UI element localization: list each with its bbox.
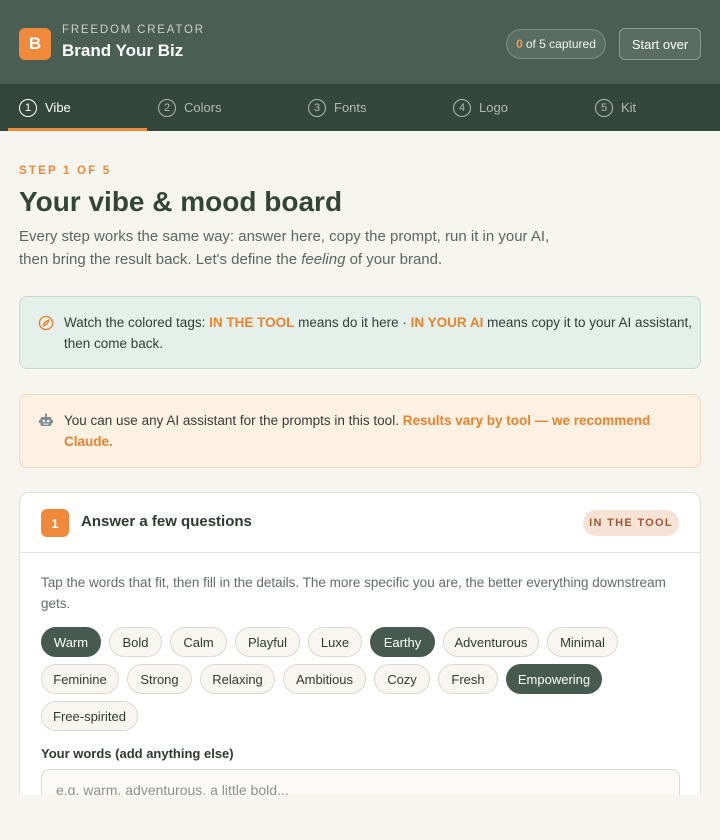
tab-label: Vibe — [45, 100, 71, 115]
chip-bold[interactable]: Bold — [109, 627, 162, 657]
start-over-button[interactable]: Start over — [619, 28, 701, 60]
captured-progress-pill: 0 of 5 captured — [506, 29, 606, 59]
chip-relaxing[interactable]: Relaxing — [200, 664, 275, 694]
tab-number: 5 — [595, 98, 613, 117]
chip-feminine[interactable]: Feminine — [41, 664, 119, 694]
compass-icon — [37, 314, 55, 332]
chip-empowering[interactable]: Empowering — [506, 664, 602, 694]
app-eyebrow: FREEDOM CREATOR — [62, 24, 205, 36]
page-title: Your vibe & mood board — [19, 186, 343, 217]
tags-info-pre: Watch the colored tags: — [64, 315, 210, 330]
in-your-ai-highlight: IN YOUR AI — [410, 315, 484, 330]
tab-label: Fonts — [334, 100, 367, 115]
tab-label: Kit — [621, 100, 637, 115]
tab-colors[interactable]: 2 Colors — [158, 84, 222, 131]
chip-warm[interactable]: Warm — [41, 627, 101, 657]
tags-info-callout: Watch the colored tags: IN THE TOOL mean… — [19, 296, 701, 369]
card-step-number: 1 — [41, 509, 69, 537]
your-words-label: Your words (add anything else) — [41, 746, 234, 761]
ai-assistant-callout: You can use any AI assistant for the pro… — [19, 394, 701, 468]
step-tabs: 1 Vibe 2 Colors 3 Fonts 4 Logo 5 Kit — [0, 84, 720, 131]
card-title: Answer a few questions — [81, 513, 252, 530]
app-title: Brand Your Biz — [62, 41, 184, 60]
tab-number: 2 — [158, 98, 176, 117]
chip-earthy[interactable]: Earthy — [370, 627, 435, 657]
brand-logo-badge: B — [19, 28, 51, 60]
tab-vibe[interactable]: 1 Vibe — [19, 84, 71, 131]
intro-text-start: Every step works the same way: answer he… — [19, 228, 550, 268]
chip-free-spirited[interactable]: Free-spirited — [41, 701, 138, 731]
tab-number: 4 — [453, 98, 471, 117]
robot-icon — [37, 412, 55, 430]
chip-luxe[interactable]: Luxe — [308, 627, 362, 657]
tags-info-text: Watch the colored tags: IN THE TOOL mean… — [64, 312, 694, 354]
chip-adventurous[interactable]: Adventurous — [443, 627, 539, 657]
card-description: Tap the words that fit, then fill in the… — [41, 575, 666, 611]
tab-number: 1 — [19, 98, 37, 117]
app-header: B FREEDOM CREATOR Brand Your Biz 0 of 5 … — [0, 0, 720, 84]
intro-text-end: of your brand. — [345, 251, 443, 268]
questions-card: 1 Answer a few questions IN THE TOOL Tap… — [19, 492, 701, 840]
chip-fresh[interactable]: Fresh — [438, 664, 498, 694]
intro-text-emphasis: feeling — [301, 251, 346, 268]
chip-calm[interactable]: Calm — [170, 627, 227, 657]
tab-label: Colors — [184, 100, 222, 115]
captured-count: 0 — [516, 37, 523, 51]
ai-assistant-text: You can use any AI assistant for the pro… — [64, 410, 694, 452]
tab-number: 3 — [308, 98, 326, 117]
chip-ambitious[interactable]: Ambitious — [283, 664, 366, 694]
tab-label: Logo — [479, 100, 508, 115]
in-the-tool-highlight: IN THE TOOL — [209, 315, 295, 330]
ai-assistant-text-plain: You can use any AI assistant for the pro… — [64, 413, 403, 428]
tab-fonts[interactable]: 3 Fonts — [308, 84, 367, 131]
captured-suffix: of 5 captured — [525, 37, 596, 51]
in-the-tool-tag: IN THE TOOL — [583, 510, 679, 536]
step-label: STEP 1 OF 5 — [19, 165, 112, 177]
page-bottom-background — [0, 795, 720, 840]
tab-logo[interactable]: 4 Logo — [453, 84, 508, 131]
tags-info-mid: means do it here · — [294, 315, 411, 330]
tab-kit[interactable]: 5 Kit — [595, 84, 636, 131]
card-header: 1 Answer a few questions IN THE TOOL — [20, 493, 700, 553]
chip-strong[interactable]: Strong — [127, 664, 192, 694]
chip-cozy[interactable]: Cozy — [374, 664, 430, 694]
intro-text: Every step works the same way: answer he… — [19, 225, 579, 271]
active-tab-indicator — [8, 128, 147, 131]
chip-playful[interactable]: Playful — [235, 627, 300, 657]
chip-minimal[interactable]: Minimal — [547, 627, 618, 657]
